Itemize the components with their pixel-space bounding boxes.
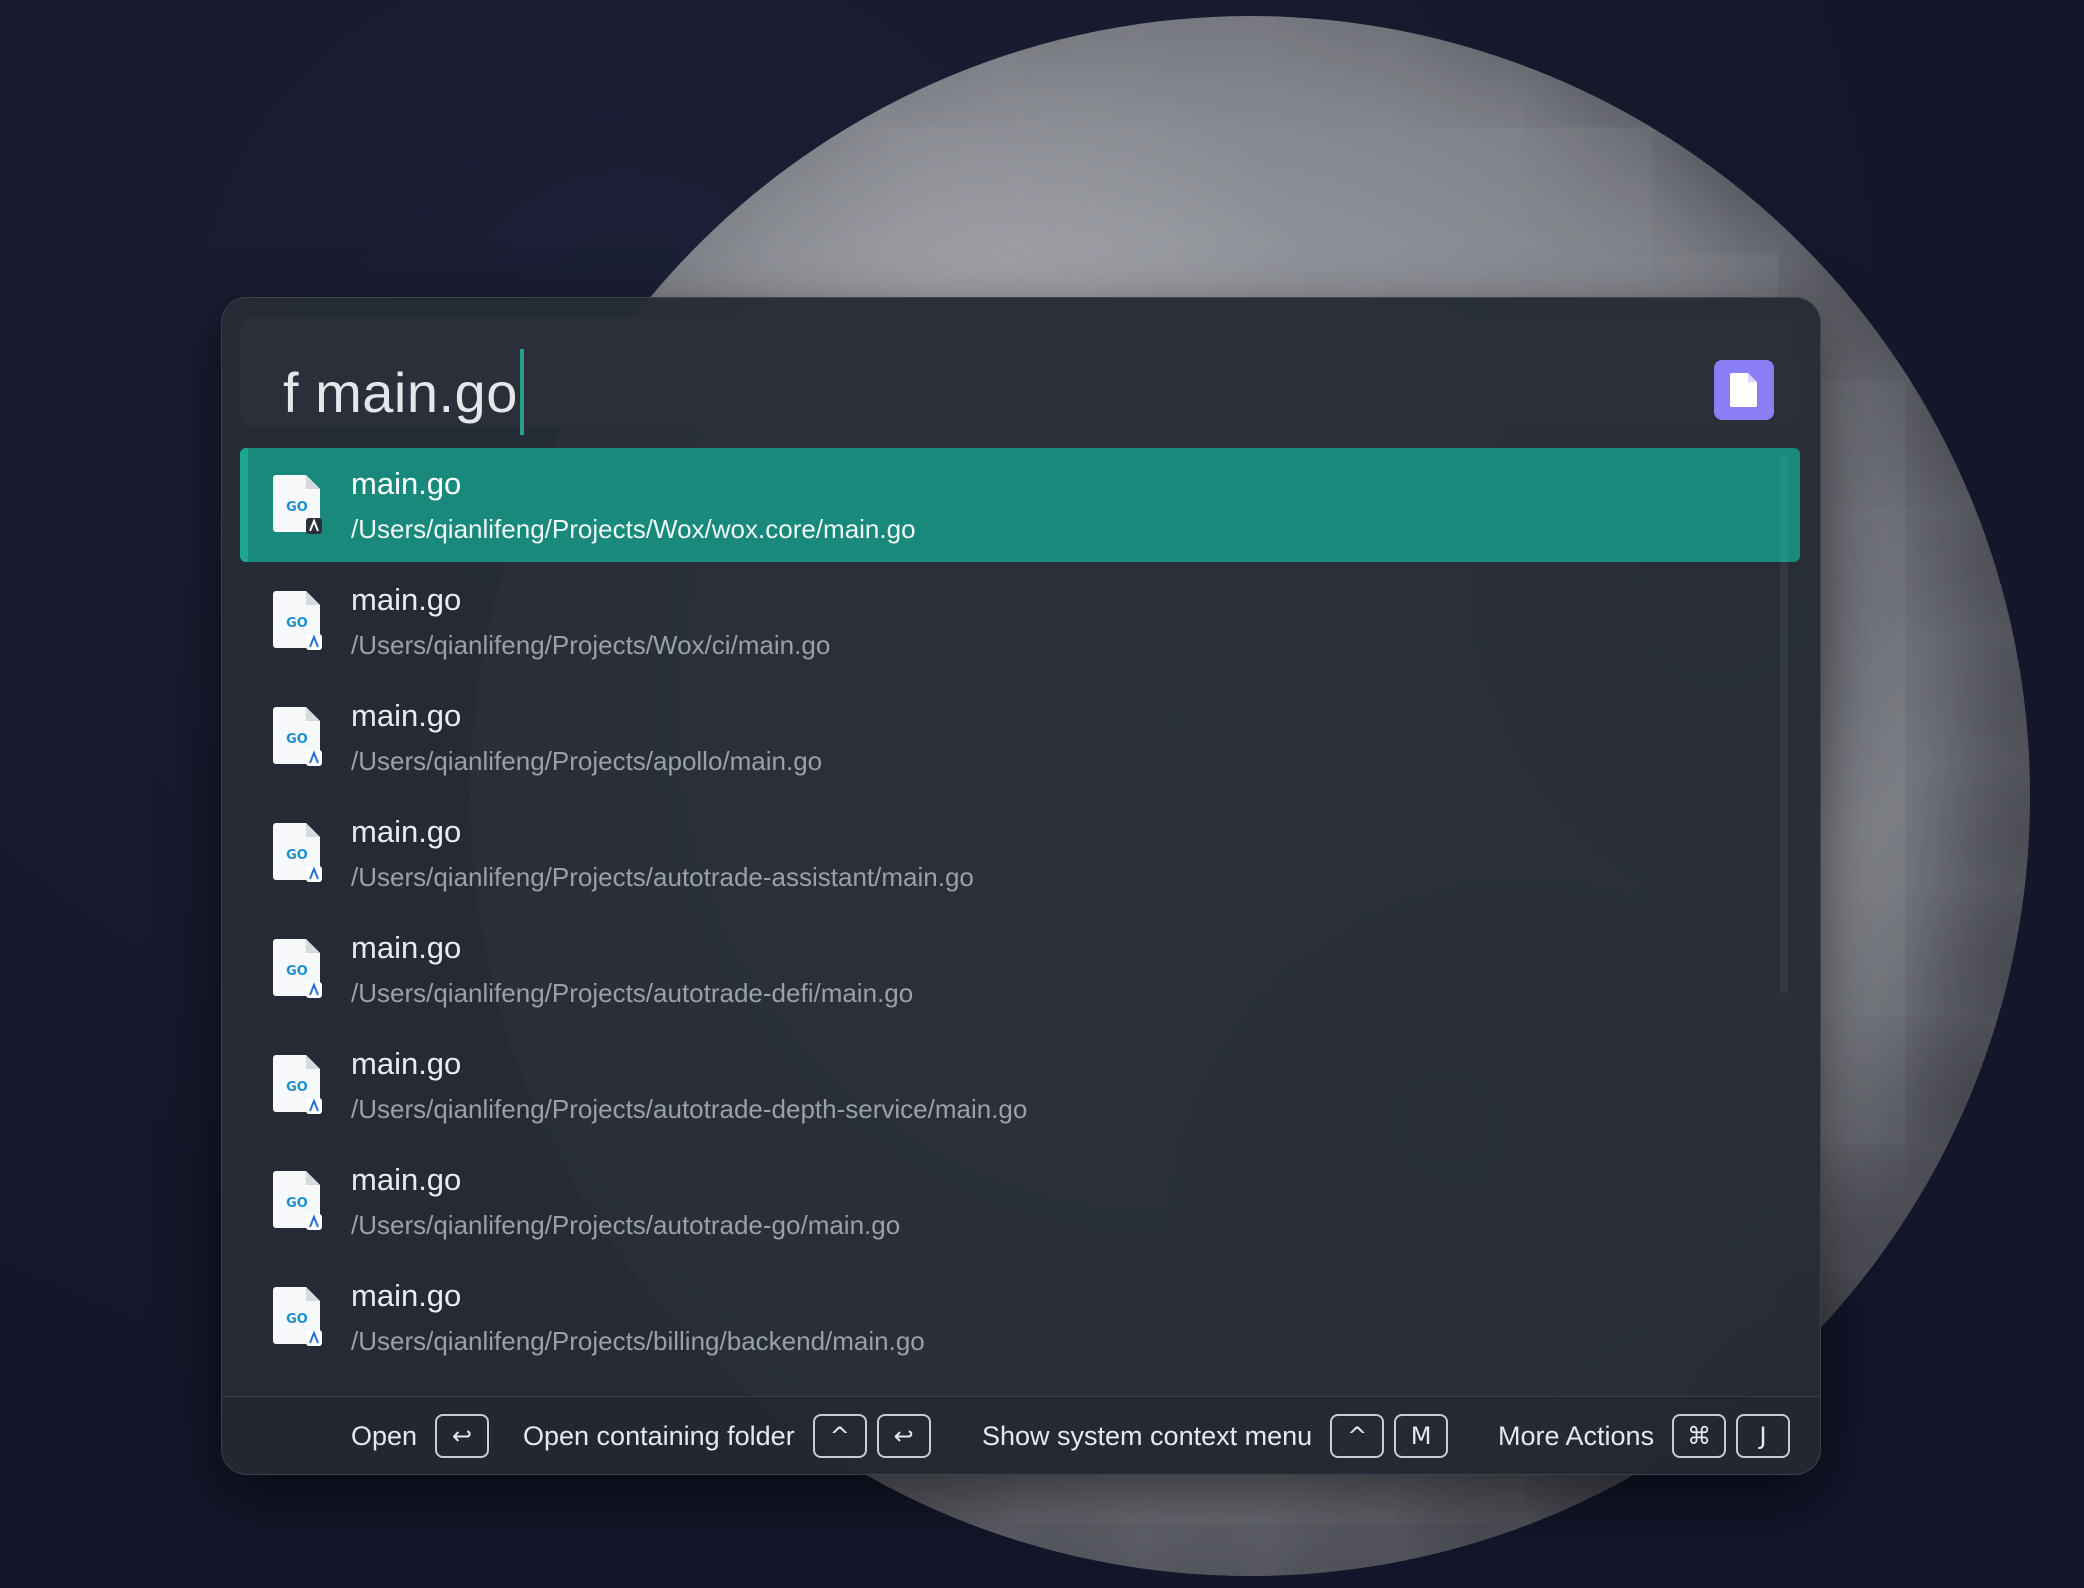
- result-title: main.go: [351, 814, 462, 849]
- svg-text:GO: GO: [286, 732, 308, 747]
- query-input[interactable]: f main.go: [283, 349, 524, 435]
- query-box[interactable]: f main.go: [240, 316, 1798, 435]
- action-show-system-context-menu[interactable]: Show system context menu ^ M: [982, 1414, 1458, 1458]
- result-title: main.go: [351, 1046, 462, 1081]
- go-file-icon: GO: [273, 1171, 322, 1230]
- result-path: /Users/qianlifeng/Projects/Wox/wox.core/…: [351, 514, 916, 544]
- result-list: GO main.go /Users/qianlifeng/Projects/Wo…: [240, 448, 1800, 1376]
- action-open[interactable]: Open ↩: [351, 1414, 499, 1458]
- result-title: main.go: [351, 466, 462, 501]
- result-item[interactable]: GO main.go /Users/qianlifeng/Projects/Wo…: [240, 448, 1800, 562]
- svg-text:GO: GO: [286, 964, 308, 979]
- svg-text:GO: GO: [286, 616, 308, 631]
- svg-text:GO: GO: [286, 1312, 308, 1327]
- svg-text:GO: GO: [286, 1080, 308, 1095]
- result-path: /Users/qianlifeng/Projects/autotrade-ass…: [351, 862, 974, 892]
- m-key: M: [1394, 1414, 1449, 1458]
- text-caret: [519, 349, 524, 435]
- result-title: main.go: [351, 582, 462, 617]
- result-path: /Users/qianlifeng/Projects/autotrade-def…: [351, 978, 914, 1008]
- go-file-icon: GO: [273, 591, 322, 650]
- action-label: Open: [351, 1420, 418, 1451]
- svg-text:GO: GO: [286, 500, 308, 515]
- action-label: Open containing folder: [523, 1420, 795, 1451]
- action-more-actions[interactable]: More Actions ⌘ J: [1498, 1414, 1800, 1458]
- go-file-icon: GO: [273, 1055, 322, 1114]
- query-text: f main.go: [283, 360, 518, 424]
- return-key-icon: ↩: [876, 1414, 931, 1458]
- go-file-icon: GO: [273, 823, 322, 882]
- go-file-icon: GO: [273, 707, 322, 766]
- launcher-window: f main.go GO main.go /Users/qianlifeng/P…: [221, 297, 1821, 1475]
- result-item[interactable]: GO main.go /Users/qianlifeng/Projects/ap…: [240, 680, 1800, 794]
- go-file-icon: GO: [273, 1287, 322, 1346]
- result-title: main.go: [351, 698, 462, 733]
- svg-text:GO: GO: [286, 1196, 308, 1211]
- result-path: /Users/qianlifeng/Projects/billing/backe…: [351, 1326, 925, 1356]
- result-path: /Users/qianlifeng/Projects/apollo/main.g…: [351, 746, 823, 776]
- result-path: /Users/qianlifeng/Projects/Wox/ci/main.g…: [351, 630, 831, 660]
- result-title: main.go: [351, 1278, 462, 1313]
- result-scrollbar[interactable]: [1780, 454, 1788, 994]
- result-item[interactable]: GO main.go /Users/qianlifeng/Projects/au…: [240, 912, 1800, 1026]
- control-key-icon: ^: [812, 1414, 867, 1458]
- result-title: main.go: [351, 930, 462, 965]
- j-key: J: [1736, 1414, 1791, 1458]
- result-item[interactable]: GO main.go /Users/qianlifeng/Projects/au…: [240, 1028, 1800, 1142]
- svg-text:GO: GO: [286, 848, 308, 863]
- result-item[interactable]: GO main.go /Users/qianlifeng/Projects/au…: [240, 796, 1800, 910]
- plugin-file-icon: [1714, 360, 1774, 420]
- action-label: Show system context menu: [982, 1420, 1313, 1451]
- control-key-icon: ^: [1330, 1414, 1385, 1458]
- action-open-containing-folder[interactable]: Open containing folder ^ ↩: [523, 1414, 941, 1458]
- result-item[interactable]: GO main.go /Users/qianlifeng/Projects/Wo…: [240, 564, 1800, 678]
- result-item[interactable]: GO main.go /Users/qianlifeng/Projects/au…: [240, 1144, 1800, 1258]
- return-key-icon: ↩: [435, 1414, 490, 1458]
- result-item[interactable]: GO main.go /Users/qianlifeng/Projects/bi…: [240, 1260, 1800, 1374]
- result-path: /Users/qianlifeng/Projects/autotrade-dep…: [351, 1094, 1028, 1124]
- go-file-icon: GO: [273, 475, 322, 534]
- result-path: /Users/qianlifeng/Projects/autotrade-go/…: [351, 1210, 901, 1240]
- action-label: More Actions: [1498, 1420, 1655, 1451]
- action-toolbar: Open ↩ Open containing folder ^ ↩ Show s…: [222, 1396, 1820, 1474]
- go-file-icon: GO: [273, 939, 322, 998]
- document-icon: [1730, 373, 1757, 407]
- command-key-icon: ⌘: [1672, 1414, 1727, 1458]
- result-title: main.go: [351, 1162, 462, 1197]
